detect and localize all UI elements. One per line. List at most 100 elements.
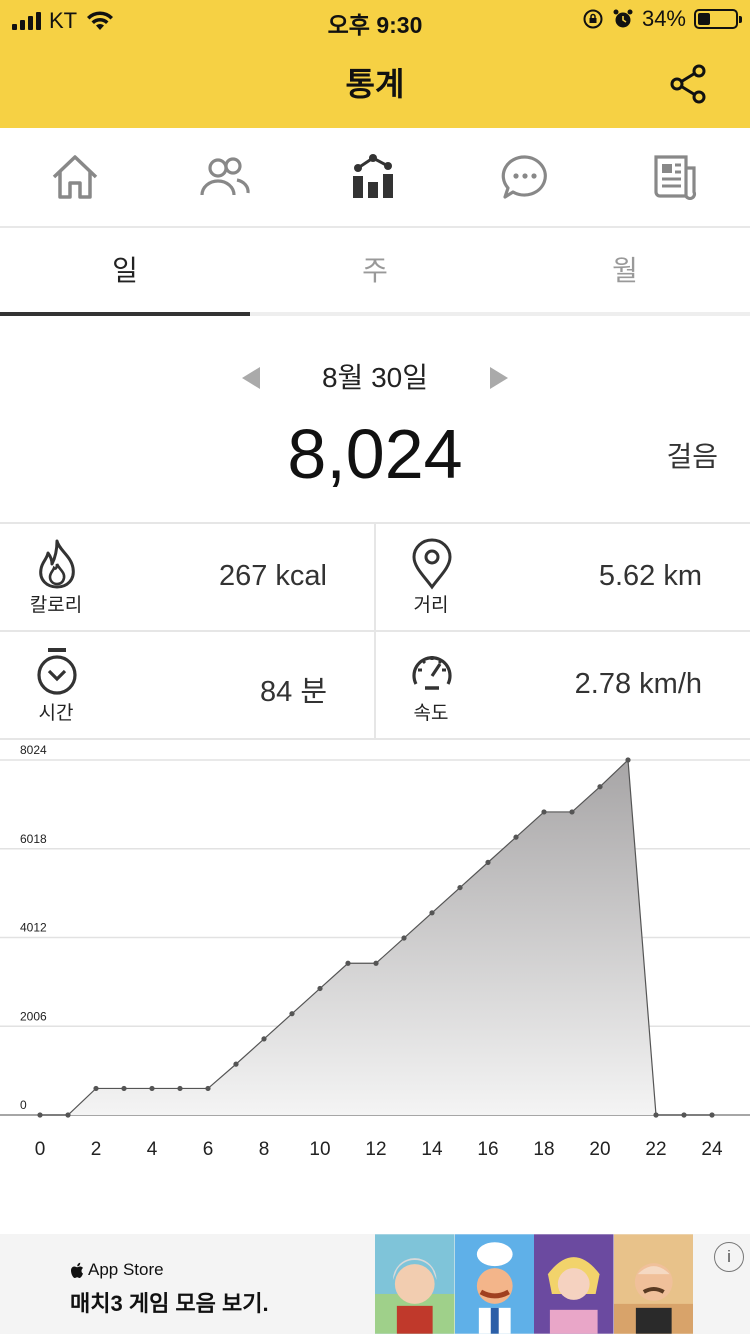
nav-friends[interactable] [150,128,300,226]
home-icon [52,155,98,199]
data-point [177,1085,183,1092]
date-selector: 8월 30일 [0,355,750,401]
y-tick-label: 6018 [20,832,47,846]
data-point [597,784,603,790]
tab-week[interactable]: 주 [250,228,500,312]
x-tick-label: 16 [477,1139,498,1160]
data-point [65,1112,71,1118]
data-point [513,834,519,840]
data-point [485,859,491,865]
time-label: 시간 [38,703,74,724]
data-point [709,1112,715,1118]
data-point [373,960,379,966]
nav-home[interactable] [0,128,150,226]
x-tick-label: 12 [365,1139,386,1160]
data-point [345,960,351,966]
y-tick-label: 2006 [20,1009,47,1023]
step-unit: 걸음 [666,441,718,472]
data-point [541,809,547,815]
x-tick-label: 20 [589,1139,610,1160]
data-point [429,910,435,916]
rotation-lock-icon [583,9,603,29]
speed-value: 2.78 km/h [574,668,702,700]
ad-thumbnail-grandma [375,1234,455,1334]
next-date-button[interactable] [490,367,508,389]
data-point [653,1112,659,1118]
nav-news[interactable] [600,128,750,226]
step-count: 8,024 [287,415,463,493]
period-tabs: 일 주 월 [0,228,750,316]
statistics-icon [353,154,393,198]
calories-label: 칼로리 [29,595,83,616]
friends-icon [200,157,250,196]
location-pin-icon [412,538,452,590]
time-value: 84 분 [260,676,327,708]
data-point [569,809,575,815]
ad-headline: 매치3 게임 모음 보기. [70,1291,269,1316]
main-nav [0,128,750,228]
distance-value: 5.62 km [598,560,702,592]
ad-banner[interactable]: App Store 매치3 게임 모음 보기. i [0,1234,750,1334]
battery-percent: 34% [641,6,686,31]
stat-calories: 칼로리 267 kcal [0,524,375,632]
x-tick-label: 8 [259,1139,270,1160]
stat-time: 시간 84 분 [0,632,375,740]
calories-value: 267 kcal [218,560,327,592]
x-tick-label: 22 [645,1139,666,1160]
x-tick-label: 2 [91,1139,102,1160]
chat-icon [501,155,547,199]
y-tick-label: 8024 [20,743,47,757]
data-point [93,1085,99,1092]
news-icon [654,155,697,200]
x-tick-label: 6 [203,1139,214,1160]
x-tick-label: 0 [35,1139,46,1160]
status-bar: KT 오후 9:30 34% [0,0,750,40]
x-tick-label: 10 [309,1139,330,1160]
data-point [205,1085,211,1092]
ad-thumbnails [375,1234,693,1334]
apple-logo-icon [71,1262,83,1278]
x-tick-label: 24 [701,1139,723,1160]
data-point [625,757,631,763]
data-point [261,1036,267,1042]
stat-distance: 거리 5.62 km [375,524,750,632]
distance-label: 거리 [413,595,449,616]
data-point [317,985,323,992]
app-store-label: App Store [70,1260,164,1280]
y-tick-label: 4012 [20,921,47,935]
app-header: KT 오후 9:30 34% 통계 [0,0,750,128]
data-point [289,1011,295,1017]
flame-icon [39,539,75,589]
speedometer-icon [412,656,452,690]
alarm-icon [613,9,633,28]
data-point [37,1112,43,1118]
data-point [681,1112,687,1118]
ad-thumbnail-lady [534,1234,614,1334]
data-point [457,884,463,891]
stat-speed: 속도 2.78 km/h [375,632,750,740]
stats-grid: 칼로리 267 kcal 거리 5.62 km 시간 84 분 속도 2.78 … [0,522,750,740]
y-tick-label: 0 [20,1098,27,1112]
nav-statistics[interactable] [300,128,450,226]
speed-label: 속도 [413,703,449,724]
stopwatch-icon [37,648,77,695]
x-tick-label: 4 [147,1139,158,1160]
app-store-text: App Store [88,1260,164,1279]
tab-day[interactable]: 일 [0,228,250,316]
hourly-steps-chart: 0 2 4 6 8 10 12 14 16 18 20 22 24 02006401260188024 [0,743,750,1160]
x-tick-label: 14 [421,1139,443,1160]
data-point [121,1085,127,1092]
share-icon[interactable] [666,62,710,106]
x-tick-label: 18 [533,1139,554,1160]
data-point [233,1061,239,1067]
ad-thumbnail-chef [454,1234,534,1334]
battery-icon [694,9,742,29]
prev-date-button[interactable] [242,367,260,389]
data-point [149,1085,155,1092]
ad-info-button[interactable]: i [714,1242,744,1272]
nav-chat[interactable] [450,128,600,226]
ad-thumbnail-butler [613,1234,693,1334]
tab-month[interactable]: 월 [500,228,750,312]
data-point [401,935,407,941]
current-date: 8월 30일 [321,362,429,393]
